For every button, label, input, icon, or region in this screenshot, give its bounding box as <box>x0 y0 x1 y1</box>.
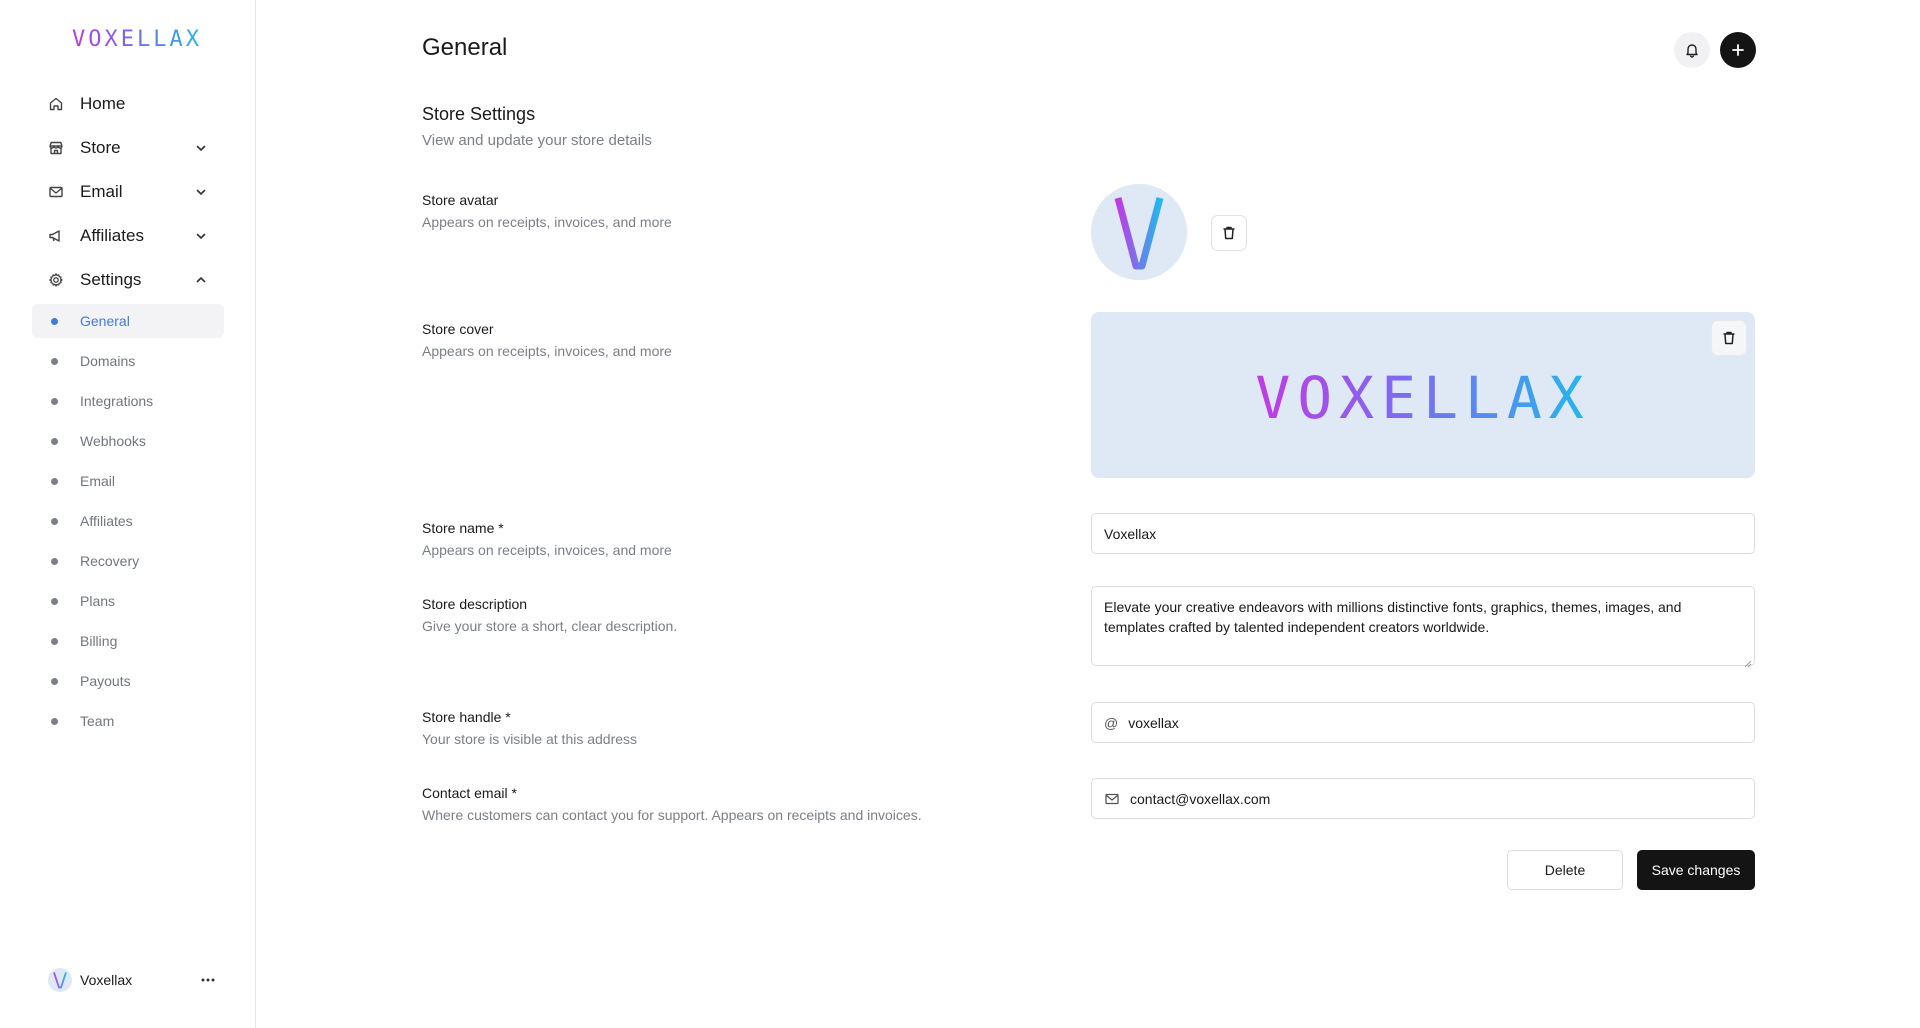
settings-item-label: Domains <box>80 353 136 369</box>
delete-button[interactable]: Delete <box>1507 850 1623 890</box>
section-title: Store Settings <box>422 104 536 124</box>
settings-item-domains[interactable]: Domains <box>32 344 224 378</box>
store-name-value: Voxellax <box>1104 525 1157 542</box>
settings-item-webhooks[interactable]: Webhooks <box>32 424 224 458</box>
page-title: General <box>422 34 508 61</box>
store-name-help: Appears on receipts, invoices, and more <box>422 542 672 558</box>
settings-item-label: Recovery <box>80 553 140 569</box>
home-icon <box>48 96 64 112</box>
contact-email-value: contact@voxellax.com <box>1130 790 1271 807</box>
nav-item-label: Email <box>80 182 123 201</box>
resize-handle-icon[interactable] <box>1742 653 1752 668</box>
save-changes-button[interactable]: Save changes <box>1637 850 1755 890</box>
nav-item-settings[interactable]: Settings <box>32 258 224 302</box>
store-description-textarea[interactable]: Elevate your creative endeavors with mil… <box>1091 586 1755 668</box>
notifications-button[interactable] <box>1674 32 1710 68</box>
store-handle-input[interactable]: @ voxellax <box>1091 702 1755 743</box>
brand-logo[interactable]: VOXELLAX <box>72 27 202 52</box>
nav-item-email[interactable]: Email <box>32 170 224 214</box>
settings-item-email[interactable]: Email <box>32 464 224 498</box>
store-avatar-help: Appears on receipts, invoices, and more <box>422 214 672 230</box>
user-name: Voxellax <box>80 972 133 988</box>
trash-icon <box>1221 225 1237 241</box>
contact-email-help: Where customers can contact you for supp… <box>422 807 922 823</box>
store-cover-label: Store cover <box>422 321 494 337</box>
bullet-icon <box>51 638 58 645</box>
nav-item-store[interactable]: Store <box>32 126 224 170</box>
nav-item-label: Affiliates <box>80 226 144 245</box>
store-cover-help: Appears on receipts, invoices, and more <box>422 343 672 359</box>
settings-item-label: Billing <box>80 633 118 649</box>
at-icon: @ <box>1104 714 1119 731</box>
bullet-icon <box>51 358 58 365</box>
settings-item-label: Integrations <box>80 393 154 409</box>
nav-item-home[interactable]: Home <box>32 82 224 126</box>
bullet-icon <box>51 718 58 725</box>
settings-item-label: Payouts <box>80 673 131 689</box>
section-subtitle: View and update your store details <box>422 132 652 149</box>
nav-item-label: Store <box>80 138 121 157</box>
store-avatar-image[interactable] <box>1091 184 1187 280</box>
store-handle-value: voxellax <box>1128 714 1179 731</box>
settings-item-label: Team <box>80 713 115 729</box>
bullet-icon <box>51 398 58 405</box>
settings-item-billing[interactable]: Billing <box>32 624 224 658</box>
delete-cover-button[interactable] <box>1711 320 1747 356</box>
nav-item-label: Settings <box>80 270 142 289</box>
create-button[interactable] <box>1720 32 1756 68</box>
store-description-value: Elevate your creative endeavors with mil… <box>1104 599 1682 635</box>
bullet-icon <box>51 558 58 565</box>
bullet-icon <box>51 318 58 325</box>
mail-icon <box>1104 791 1120 807</box>
store-name-input[interactable]: Voxellax <box>1091 513 1755 554</box>
megaphone-icon <box>48 228 64 244</box>
store-icon <box>48 140 64 156</box>
trash-icon <box>1721 330 1737 346</box>
avatar <box>48 968 72 992</box>
chevron-down-icon <box>194 140 208 154</box>
store-description-label: Store description <box>422 596 528 612</box>
bullet-icon <box>51 438 58 445</box>
settings-item-general[interactable]: General <box>32 304 224 338</box>
settings-item-label: General <box>80 313 130 329</box>
settings-item-integrations[interactable]: Integrations <box>32 384 224 418</box>
cover-logo: VOXELLAX <box>1255 364 1591 432</box>
settings-item-affiliates[interactable]: Affiliates <box>32 504 224 538</box>
store-cover-image[interactable]: VOXELLAX <box>1091 312 1755 478</box>
bullet-icon <box>51 678 58 685</box>
settings-item-team[interactable]: Team <box>32 704 224 738</box>
sidebar: VOXELLAX Home Store Email Affiliates Set… <box>0 0 256 1028</box>
gear-icon <box>48 272 64 288</box>
settings-item-payouts[interactable]: Payouts <box>32 664 224 698</box>
settings-item-label: Email <box>80 473 116 489</box>
store-description-help: Give your store a short, clear descripti… <box>422 618 678 634</box>
chevron-up-icon <box>194 272 208 286</box>
contact-email-input[interactable]: contact@voxellax.com <box>1091 778 1755 819</box>
settings-item-label: Affiliates <box>80 513 133 529</box>
chevron-down-icon <box>194 184 208 198</box>
bullet-icon <box>51 478 58 485</box>
delete-avatar-button[interactable] <box>1211 215 1247 251</box>
settings-item-label: Webhooks <box>80 433 146 449</box>
store-handle-label: Store handle * <box>422 709 511 725</box>
settings-item-label: Plans <box>80 593 116 609</box>
settings-submenu: General Domains Integrations Webhooks Em… <box>32 304 224 738</box>
store-avatar-label: Store avatar <box>422 192 499 208</box>
store-handle-help: Your store is visible at this address <box>422 731 638 747</box>
settings-item-recovery[interactable]: Recovery <box>32 544 224 578</box>
bell-icon <box>1684 42 1700 58</box>
plus-icon <box>1731 43 1745 57</box>
nav-item-affiliates[interactable]: Affiliates <box>32 214 224 258</box>
chevron-down-icon <box>194 228 208 242</box>
contact-email-label: Contact email * <box>422 785 517 801</box>
more-options-icon[interactable] <box>198 970 218 990</box>
main-nav: Home Store Email Affiliates Settings Gen… <box>32 82 224 744</box>
user-account[interactable]: Voxellax <box>48 966 218 994</box>
mail-icon <box>48 184 64 200</box>
bullet-icon <box>51 518 58 525</box>
settings-item-plans[interactable]: Plans <box>32 584 224 618</box>
bullet-icon <box>51 598 58 605</box>
nav-item-label: Home <box>80 94 126 113</box>
store-name-label: Store name * <box>422 520 504 536</box>
